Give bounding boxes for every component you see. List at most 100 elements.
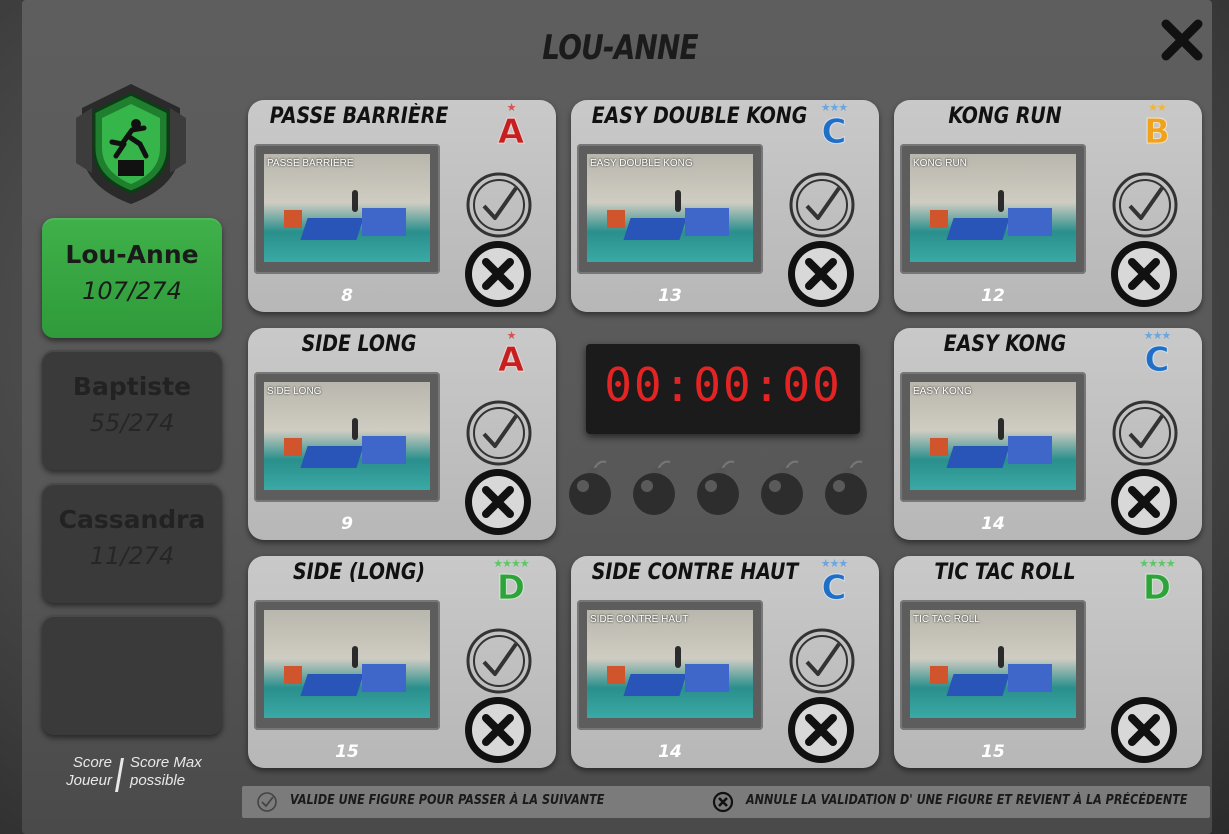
video-title: SIDE LONG: [267, 386, 322, 397]
score-max-label: Score Max possible: [130, 754, 202, 789]
figure-name: SIDE (LONG): [292, 560, 426, 585]
bomb-icon: [820, 456, 872, 518]
figure-name: PASSE BARRIÈRE: [269, 104, 449, 129]
cancel-x-button[interactable]: [1108, 694, 1180, 766]
scene-mat: [362, 208, 406, 236]
figure-card: PASSE BARRIÈRE ★ A PASSE BARRIÈRE 8: [248, 100, 556, 312]
video-title: KONG RUN: [913, 158, 967, 169]
gym-scene: [264, 610, 430, 718]
parkour-shield-logo: [76, 84, 186, 204]
cancel-x-button[interactable]: [462, 694, 534, 766]
gym-scene: KONG RUN: [910, 154, 1076, 262]
scene-mat: [946, 674, 1010, 696]
bomb-icon: [628, 456, 680, 518]
figure-name: SIDE LONG: [301, 332, 417, 357]
player-button-4[interactable]: [42, 615, 222, 735]
grade-letter: A: [497, 112, 525, 153]
figure-points: 14: [658, 742, 682, 762]
figure-name: TIC TAC ROLL: [934, 560, 1076, 585]
scene-mat: [300, 674, 364, 696]
figure-card: SIDE CONTRE HAUT ★★★ C SIDE CONTRE HAUT 14: [571, 556, 879, 768]
player-button-2[interactable]: Baptiste 55/274: [42, 350, 222, 470]
figure-card: EASY KONG ★★★ C EASY KONG 14: [894, 328, 1202, 540]
gym-scene: SIDE CONTRE HAUT: [587, 610, 753, 718]
scene-mat: [623, 674, 687, 696]
cancel-hint: ANNULE LA VALIDATION D' UNE FIGURE ET RE…: [746, 793, 1188, 808]
player-score: 107/274: [82, 277, 182, 305]
cancel-x-button[interactable]: [462, 466, 534, 538]
validate-check-button[interactable]: [1110, 398, 1180, 468]
scene-mat: [300, 218, 364, 240]
grade-letter: D: [1142, 568, 1172, 609]
gym-scene: SIDE LONG: [264, 382, 430, 490]
check-circle-icon: [257, 792, 277, 812]
figure-points: 9: [341, 514, 353, 534]
validate-check-button[interactable]: [464, 626, 534, 696]
video-thumbnail[interactable]: TIC TAC ROLL: [900, 600, 1086, 730]
cancel-x-button[interactable]: [1108, 466, 1180, 538]
scene-mat: [362, 436, 406, 464]
score-separator: [115, 758, 124, 792]
grade-letter: C: [1144, 340, 1170, 381]
video-thumbnail[interactable]: KONG RUN: [900, 144, 1086, 274]
figure-card: TIC TAC ROLL ★★★★ D TIC TAC ROLL 15: [894, 556, 1202, 768]
scene-block: [284, 666, 302, 684]
gym-scene: EASY DOUBLE KONG: [587, 154, 753, 262]
scene-mat: [685, 664, 729, 692]
bomb-icon: [756, 456, 808, 518]
scene-block: [930, 210, 948, 228]
bomb-icon: [692, 456, 744, 518]
validate-check-button[interactable]: [787, 170, 857, 240]
score-legend: Score Joueur Score Max possible: [50, 754, 225, 794]
player-button-1[interactable]: Lou-Anne 107/274: [42, 218, 222, 338]
validate-check-button[interactable]: [464, 170, 534, 240]
scene-mat: [1008, 208, 1052, 236]
video-thumbnail[interactable]: EASY DOUBLE KONG: [577, 144, 763, 274]
gym-scene: TIC TAC ROLL: [910, 610, 1076, 718]
scene-athlete: [352, 646, 358, 668]
scene-athlete: [998, 646, 1004, 668]
validate-check-button[interactable]: [464, 398, 534, 468]
difficulty-grade: ★★★ C: [811, 102, 857, 156]
difficulty-grade: ★★★★ D: [1134, 558, 1180, 612]
player-score: 55/274: [89, 409, 175, 437]
video-thumbnail[interactable]: [254, 600, 440, 730]
figure-points: 13: [658, 286, 682, 306]
scene-athlete: [352, 418, 358, 440]
scene-mat: [1008, 436, 1052, 464]
difficulty-grade: ★ A: [488, 330, 534, 384]
scene-block: [930, 438, 948, 456]
cancel-x-button[interactable]: [462, 238, 534, 310]
scene-mat: [685, 208, 729, 236]
cancel-x-button[interactable]: [785, 238, 857, 310]
cancel-x-button[interactable]: [1108, 238, 1180, 310]
scene-mat: [623, 218, 687, 240]
scene-block: [930, 666, 948, 684]
bomb-icon: [564, 456, 616, 518]
score-player-label: Score Joueur: [66, 754, 112, 789]
video-title: TIC TAC ROLL: [913, 614, 980, 625]
gym-scene: EASY KONG: [910, 382, 1076, 490]
validate-check-button[interactable]: [787, 626, 857, 696]
cancel-x-button[interactable]: [785, 694, 857, 766]
video-thumbnail[interactable]: EASY KONG: [900, 372, 1086, 502]
grade-letter: A: [497, 340, 525, 381]
player-button-3[interactable]: Cassandra 11/274: [42, 483, 222, 603]
page-title: LOU-ANNE: [542, 28, 698, 68]
difficulty-grade: ★★ B: [1134, 102, 1180, 156]
validate-check-button[interactable]: [1110, 170, 1180, 240]
video-thumbnail[interactable]: SIDE LONG: [254, 372, 440, 502]
figure-points: 12: [981, 286, 1005, 306]
scene-mat: [362, 664, 406, 692]
video-thumbnail[interactable]: PASSE BARRIÈRE: [254, 144, 440, 274]
video-thumbnail[interactable]: SIDE CONTRE HAUT: [577, 600, 763, 730]
difficulty-grade: ★★★ C: [1134, 330, 1180, 384]
grade-letter: C: [821, 112, 847, 153]
scene-mat: [1008, 664, 1052, 692]
scene-mat: [946, 446, 1010, 468]
scene-block: [607, 210, 625, 228]
figure-card: KONG RUN ★★ B KONG RUN 12: [894, 100, 1202, 312]
close-icon[interactable]: [1160, 18, 1204, 62]
video-title: PASSE BARRIÈRE: [267, 158, 354, 169]
figure-card: EASY DOUBLE KONG ★★★ C EASY DOUBLE KONG 13: [571, 100, 879, 312]
